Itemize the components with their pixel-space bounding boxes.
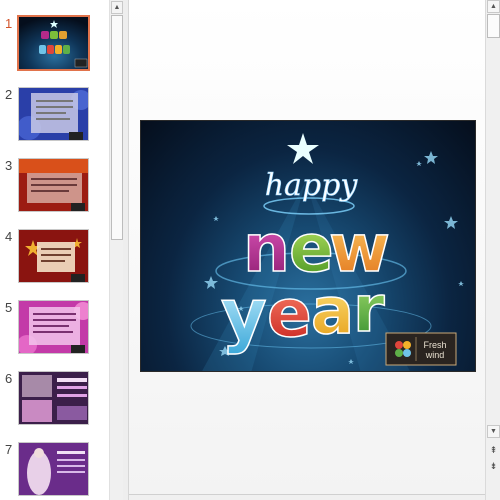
slide-thumbnail-7[interactable]: 7	[0, 442, 109, 500]
slide-thumbnail-6[interactable]: 6	[0, 371, 109, 433]
scroll-thumb[interactable]	[111, 15, 123, 240]
thumbnail-image[interactable]	[18, 87, 89, 141]
fresh-wind-logo: Fresh wind	[385, 332, 457, 366]
notes-pane-splitter[interactable]	[129, 494, 485, 500]
happy-text: happy	[265, 168, 359, 203]
slide-thumbnail-3[interactable]: 3	[0, 158, 109, 220]
logo-fresh-text: Fresh	[423, 340, 446, 350]
slide-thumbnail-4[interactable]: 4	[0, 229, 109, 291]
thumbnail-image[interactable]	[18, 300, 89, 354]
presentation-editor: 1 2 3 4 5 6 7 ▲ happy n e w y e a r Fres…	[0, 0, 500, 500]
thumbnail-scrollbar[interactable]: ▲	[109, 0, 123, 500]
logo-wind-text: wind	[425, 350, 445, 360]
slide-thumbnail-panel: 1 2 3 4 5 6 7	[0, 0, 109, 500]
double-arrow-up-icon: ⇞	[489, 445, 498, 455]
scroll-thumb[interactable]	[487, 14, 500, 38]
thumbnail-purple-art	[19, 443, 88, 495]
slide-number: 1	[5, 16, 13, 31]
slide-number: 4	[5, 229, 13, 244]
year-letter-a: a	[311, 275, 354, 349]
thumbnail-image[interactable]	[18, 158, 89, 212]
year-letter-y: y	[221, 274, 267, 356]
slide-number: 2	[5, 87, 13, 102]
year-letter-r: r	[353, 273, 385, 347]
slide-thumbnail-2[interactable]: 2	[0, 87, 109, 149]
slide-number: 5	[5, 300, 13, 315]
slide-number: 7	[5, 442, 13, 457]
arrow-up-icon: ▲	[490, 3, 497, 10]
thumbnail-pink-art	[19, 301, 88, 353]
thumbnail-red-art	[19, 159, 88, 211]
thumbnail-image[interactable]	[17, 15, 90, 71]
previous-slide-button[interactable]: ⇞	[488, 444, 499, 456]
thumbnail-image[interactable]	[18, 442, 89, 496]
scroll-up-button[interactable]: ▲	[487, 0, 500, 13]
slide-scrollbar[interactable]: ▲ ▼ ⇞ ⇟	[485, 0, 500, 500]
current-slide[interactable]: happy n e w y e a r Fresh wind	[140, 120, 476, 372]
happy-new-year-artwork: happy n e w y e a r Fresh wind	[190, 133, 464, 371]
thumbnail-red-stars-art	[19, 230, 88, 282]
year-letter-e: e	[267, 275, 312, 352]
double-arrow-down-icon: ⇟	[489, 461, 498, 471]
thumbnail-happy-new-year-art	[19, 17, 88, 69]
arrow-up-icon: ▲	[113, 4, 121, 11]
slide-thumbnail-1[interactable]: 1	[0, 15, 109, 78]
slide-thumbnail-5[interactable]: 5	[0, 300, 109, 362]
arrow-down-icon: ▼	[490, 428, 497, 435]
next-slide-button[interactable]: ⇟	[488, 460, 499, 472]
slide-number: 6	[5, 371, 13, 386]
thumbnail-party-art	[19, 372, 88, 424]
thumbnail-image[interactable]	[18, 229, 89, 283]
scroll-up-button[interactable]: ▲	[111, 1, 123, 14]
slide-number: 3	[5, 158, 13, 173]
thumbnail-blue-art	[19, 88, 88, 140]
scroll-down-button[interactable]: ▼	[487, 425, 500, 438]
thumbnail-image[interactable]	[18, 371, 89, 425]
